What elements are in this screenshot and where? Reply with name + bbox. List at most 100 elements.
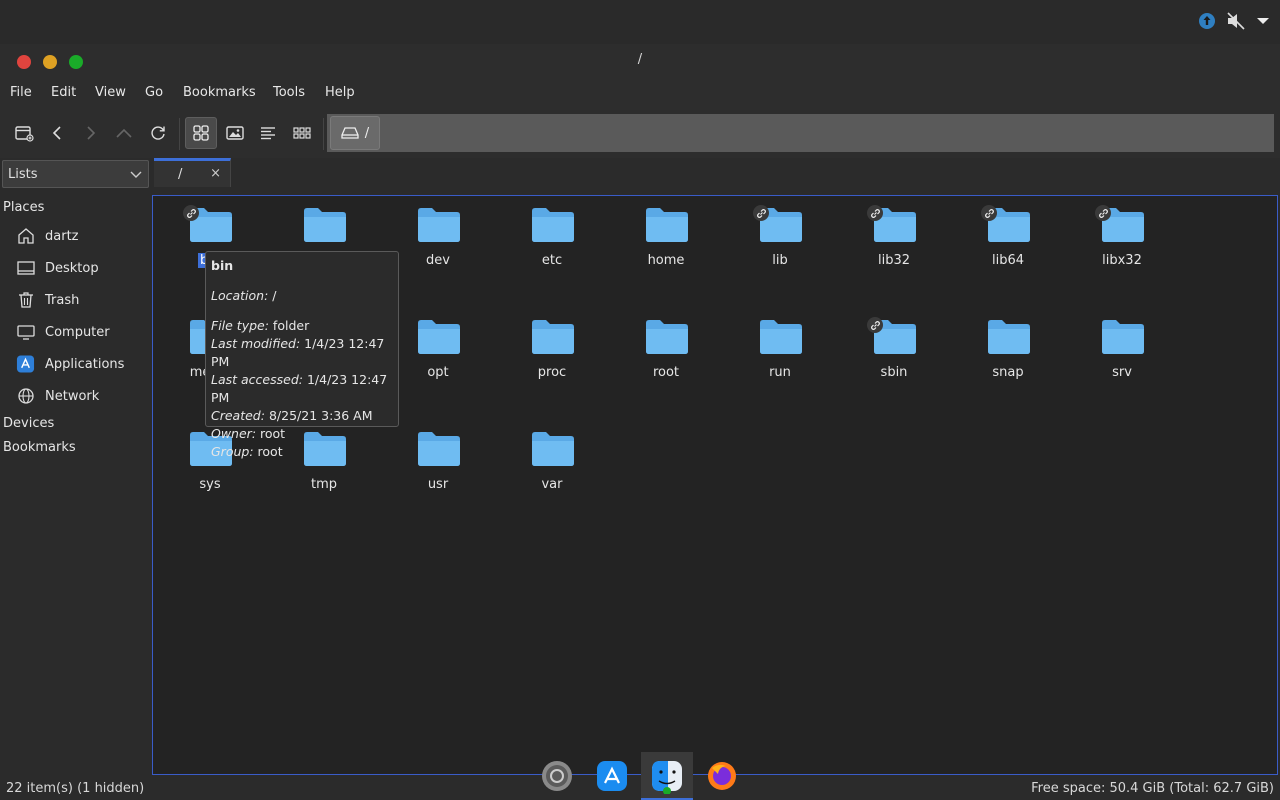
system-top-bar bbox=[0, 0, 1280, 44]
path-bar bbox=[327, 114, 1274, 152]
folder-item[interactable]: srv bbox=[1065, 311, 1179, 411]
folder-icon bbox=[532, 320, 574, 354]
menu-file[interactable]: File bbox=[10, 85, 32, 100]
folder-icon bbox=[646, 320, 688, 354]
chevron-left-icon bbox=[52, 126, 61, 140]
tooltip-modified: Last modified: 1/4/23 12:47 PM bbox=[211, 336, 385, 369]
folder-icon bbox=[532, 432, 574, 466]
path-root-button[interactable]: / bbox=[330, 116, 380, 150]
sidebar-item-dartz[interactable]: dartz bbox=[16, 225, 78, 247]
tooltip-group: Group: root bbox=[211, 444, 283, 459]
menu-bookmarks[interactable]: Bookmarks bbox=[183, 85, 256, 100]
sidebar-item-applications[interactable]: Applications bbox=[16, 353, 124, 375]
folder-item[interactable]: lib bbox=[723, 199, 837, 299]
item-count: 22 item(s) (1 hidden) bbox=[6, 781, 145, 796]
folder-item[interactable]: usr bbox=[381, 423, 495, 523]
dock-system-preferences-icon[interactable] bbox=[539, 758, 575, 794]
folder-name: var bbox=[541, 477, 563, 492]
folder-item[interactable]: libx32 bbox=[1065, 199, 1179, 299]
tooltip-title: bin bbox=[211, 258, 234, 273]
menu-go[interactable]: Go bbox=[145, 85, 163, 100]
compact-view-button[interactable] bbox=[286, 117, 318, 149]
path-root-label: / bbox=[364, 125, 370, 141]
menu-bar: File Edit View Go Bookmarks Tools Help bbox=[0, 80, 1280, 108]
list-view-icon bbox=[261, 127, 275, 140]
forward-button[interactable] bbox=[75, 117, 107, 149]
detailed-list-view-button[interactable] bbox=[252, 117, 284, 149]
devices-header[interactable]: Devices bbox=[3, 416, 54, 431]
sidebar-item-computer[interactable]: Computer bbox=[16, 321, 110, 343]
folder-icon bbox=[532, 208, 574, 242]
folder-name: proc bbox=[537, 365, 567, 380]
thumbnail-view-button[interactable] bbox=[219, 117, 251, 149]
menu-tools[interactable]: Tools bbox=[273, 85, 305, 100]
folder-item[interactable]: lib32 bbox=[837, 199, 951, 299]
folder-item[interactable]: sbin bbox=[837, 311, 951, 411]
folder-icon bbox=[760, 320, 802, 354]
folder-icon bbox=[988, 320, 1030, 354]
applications-icon bbox=[16, 355, 35, 374]
drive-icon bbox=[341, 127, 359, 139]
new-tab-button[interactable] bbox=[8, 117, 40, 149]
folder-icon bbox=[646, 208, 688, 242]
folder-item[interactable]: proc bbox=[495, 311, 609, 411]
folder-name: lib32 bbox=[877, 253, 911, 268]
dock-finder-icon[interactable] bbox=[649, 758, 685, 795]
close-tab-icon[interactable]: × bbox=[210, 166, 221, 181]
folder-item[interactable]: etc bbox=[495, 199, 609, 299]
sidebar-mode-select[interactable]: Lists bbox=[2, 160, 149, 188]
symlink-icon bbox=[867, 317, 883, 333]
image-icon bbox=[226, 126, 244, 140]
folder-item[interactable]: run bbox=[723, 311, 837, 411]
menu-help[interactable]: Help bbox=[325, 85, 355, 100]
folder-icon bbox=[418, 432, 460, 466]
folder-icon bbox=[418, 320, 460, 354]
folder-item[interactable]: root bbox=[609, 311, 723, 411]
home-icon bbox=[16, 227, 35, 246]
folder-name: srv bbox=[1112, 365, 1132, 380]
bookmarks-header[interactable]: Bookmarks bbox=[3, 440, 76, 455]
up-button[interactable] bbox=[108, 117, 140, 149]
free-space: Free space: 50.4 GiB (Total: 62.7 GiB) bbox=[1031, 781, 1274, 796]
sidebar-item-label: Applications bbox=[45, 356, 125, 372]
folder-item[interactable]: lib64 bbox=[951, 199, 1065, 299]
reload-button[interactable] bbox=[142, 117, 174, 149]
computer-icon bbox=[16, 323, 35, 342]
places-header[interactable]: Places bbox=[3, 200, 44, 215]
folder-item[interactable]: var bbox=[495, 423, 609, 523]
folder-name: snap bbox=[992, 365, 1024, 380]
symlink-icon bbox=[981, 205, 997, 221]
folder-name: run bbox=[769, 365, 791, 380]
volume-muted-icon[interactable] bbox=[1226, 12, 1246, 30]
tray-menu-chevron-icon[interactable] bbox=[1256, 16, 1270, 26]
chevron-up-icon bbox=[116, 128, 132, 138]
update-icon[interactable] bbox=[1198, 12, 1216, 30]
sidebar-mode-value: Lists bbox=[8, 167, 38, 182]
symlink-icon bbox=[867, 205, 883, 221]
menu-view[interactable]: View bbox=[95, 85, 126, 100]
grid-view-icon bbox=[193, 125, 209, 141]
folder-name: libx32 bbox=[1102, 253, 1142, 268]
folder-item[interactable]: home bbox=[609, 199, 723, 299]
folder-name: home bbox=[647, 253, 685, 268]
dock-app-store-icon[interactable] bbox=[594, 758, 630, 794]
menu-edit[interactable]: Edit bbox=[51, 85, 76, 100]
folder-name: sys bbox=[199, 477, 221, 492]
tooltip-created: Created: 8/25/21 3:36 AM bbox=[211, 408, 373, 423]
back-button[interactable] bbox=[41, 117, 73, 149]
sidebar bbox=[0, 158, 151, 778]
tab-root[interactable]: / × bbox=[154, 158, 231, 187]
sidebar-item-trash[interactable]: Trash bbox=[16, 289, 79, 311]
sidebar-item-label: Computer bbox=[45, 324, 110, 340]
sidebar-item-network[interactable]: Network bbox=[16, 385, 99, 407]
reload-icon bbox=[151, 126, 165, 140]
chevron-down-icon bbox=[130, 171, 142, 178]
sidebar-item-desktop[interactable]: Desktop bbox=[16, 257, 99, 279]
folder-item[interactable]: snap bbox=[951, 311, 1065, 411]
icon-view-button[interactable] bbox=[185, 117, 217, 149]
file-info-tooltip: bin Location: / File type: folder Last m… bbox=[205, 251, 399, 459]
dock-firefox-icon[interactable] bbox=[704, 758, 740, 794]
folder-name: etc bbox=[541, 253, 563, 268]
system-tray bbox=[1198, 12, 1270, 30]
toolbar-separator bbox=[323, 118, 324, 150]
